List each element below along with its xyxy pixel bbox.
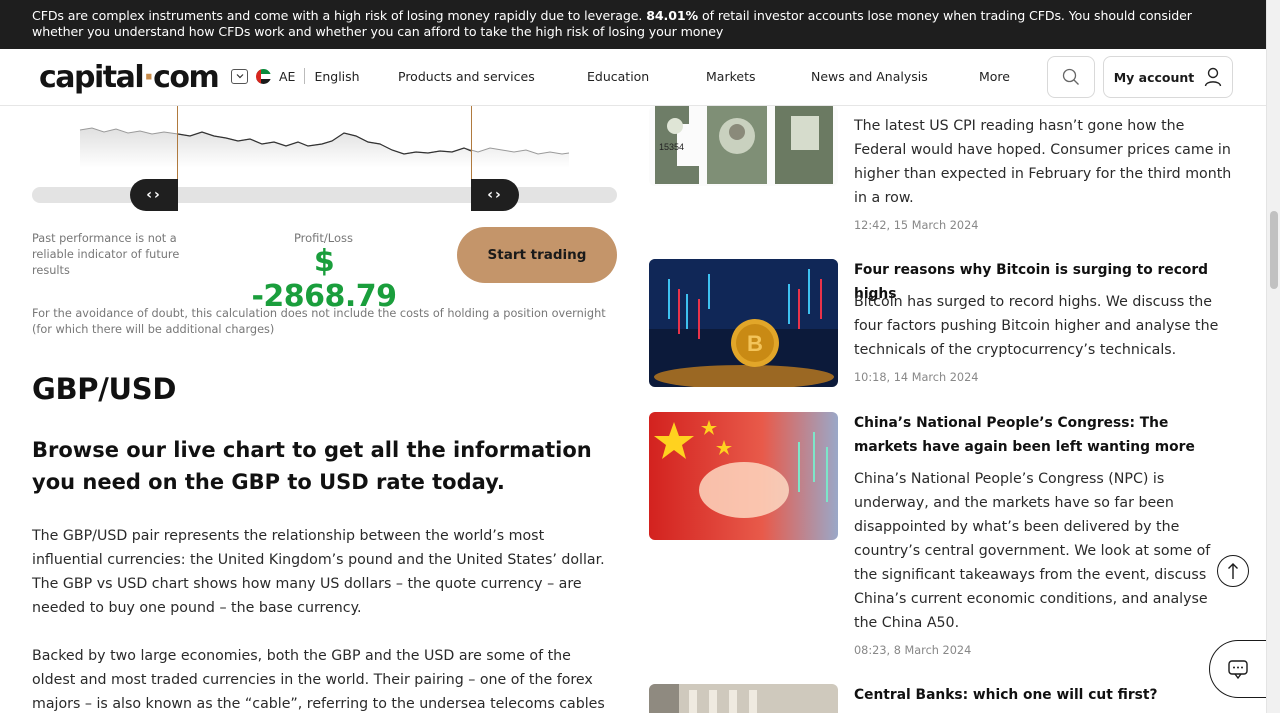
logo-text-left: capital bbox=[39, 60, 145, 95]
news-title-3[interactable]: China’s National People’s Congress: The … bbox=[854, 411, 1232, 459]
risk-text-before: CFDs are complex instruments and come wi… bbox=[32, 8, 647, 23]
scrollbar-thumb[interactable] bbox=[1270, 211, 1278, 289]
user-icon bbox=[1205, 67, 1222, 87]
site-header: capital·com AE English Products and serv… bbox=[0, 49, 1266, 106]
uae-flag-icon bbox=[256, 68, 271, 84]
scroll-to-top-button[interactable] bbox=[1217, 555, 1249, 587]
nav-products-services[interactable]: Products and services bbox=[398, 69, 535, 84]
page-scrollbar[interactable] bbox=[1266, 0, 1280, 713]
chat-icon bbox=[1228, 660, 1248, 680]
region-language-selector[interactable]: AE English bbox=[231, 68, 360, 84]
article-subtitle: Browse our live chart to get all the inf… bbox=[32, 438, 592, 494]
search-button[interactable] bbox=[1047, 56, 1095, 98]
profit-loss-value: $ -2868.79 bbox=[251, 244, 397, 314]
arrow-up-icon bbox=[1228, 563, 1238, 579]
profit-loss-label: Profit/Loss bbox=[293, 231, 354, 245]
price-sparkline bbox=[79, 127, 570, 168]
news-body-2: Bitcoin has surged to record highs. We d… bbox=[854, 294, 1219, 358]
range-end-line bbox=[471, 106, 472, 182]
news-image-bitcoin[interactable]: B bbox=[649, 259, 838, 387]
news-date-1: 12:42, 15 March 2024 bbox=[854, 219, 979, 232]
news-date-2: 10:18, 14 March 2024 bbox=[854, 371, 979, 384]
page-title: GBP/USD bbox=[32, 372, 177, 406]
risk-warning-banner: CFDs are complex instruments and come wi… bbox=[0, 0, 1266, 49]
logo-text-right: com bbox=[153, 60, 220, 95]
language-label: English bbox=[314, 68, 360, 84]
overnight-costs-note: For the avoidance of doubt, this calcula… bbox=[32, 307, 606, 336]
nav-education[interactable]: Education bbox=[587, 69, 649, 84]
news-image-central-bank[interactable] bbox=[649, 684, 838, 713]
svg-text:15354: 15354 bbox=[659, 142, 684, 152]
nav-markets[interactable]: Markets bbox=[706, 69, 755, 84]
region-code: AE bbox=[279, 68, 296, 84]
news-date-3: 08:23, 8 March 2024 bbox=[854, 644, 972, 657]
news-image-cpi[interactable]: 15354 bbox=[649, 106, 838, 186]
chat-support-button[interactable] bbox=[1209, 640, 1266, 698]
price-chart-range-selector[interactable]: ‹› ‹› bbox=[32, 106, 617, 212]
nav-news-analysis[interactable]: News and Analysis bbox=[811, 69, 928, 84]
news-body-3: China’s National People’s Congress (NPC)… bbox=[854, 471, 1211, 631]
account-label: My account bbox=[1113, 69, 1195, 85]
news-title-4[interactable]: Central Banks: which one will cut first? bbox=[854, 683, 1232, 707]
my-account-button[interactable]: My account bbox=[1103, 56, 1233, 98]
svg-text:B: B bbox=[747, 331, 763, 356]
divider bbox=[304, 68, 306, 84]
search-icon bbox=[1062, 68, 1079, 85]
past-performance-disclaimer: Past performance is not a reliable indic… bbox=[32, 232, 180, 277]
chevron-down-icon[interactable] bbox=[231, 68, 248, 84]
article-paragraph-2: Backed by two large economies, both the … bbox=[32, 648, 605, 712]
range-start-line bbox=[177, 106, 178, 182]
news-body-1: The latest US CPI reading hasn’t gone ho… bbox=[854, 118, 1232, 206]
article-paragraph-1: The GBP/USD pair represents the relation… bbox=[32, 528, 605, 616]
range-handle-left[interactable]: ‹› bbox=[130, 179, 178, 211]
range-handle-right[interactable]: ‹› bbox=[471, 179, 519, 211]
capital-com-logo[interactable]: capital·com bbox=[39, 60, 220, 95]
start-trading-button[interactable]: Start trading bbox=[457, 227, 617, 283]
risk-percent: 84.01% bbox=[646, 8, 699, 23]
nav-more[interactable]: More bbox=[979, 69, 1010, 84]
logo-dot: · bbox=[143, 60, 154, 95]
range-slider-track[interactable] bbox=[32, 187, 617, 203]
news-image-china[interactable] bbox=[649, 412, 838, 540]
